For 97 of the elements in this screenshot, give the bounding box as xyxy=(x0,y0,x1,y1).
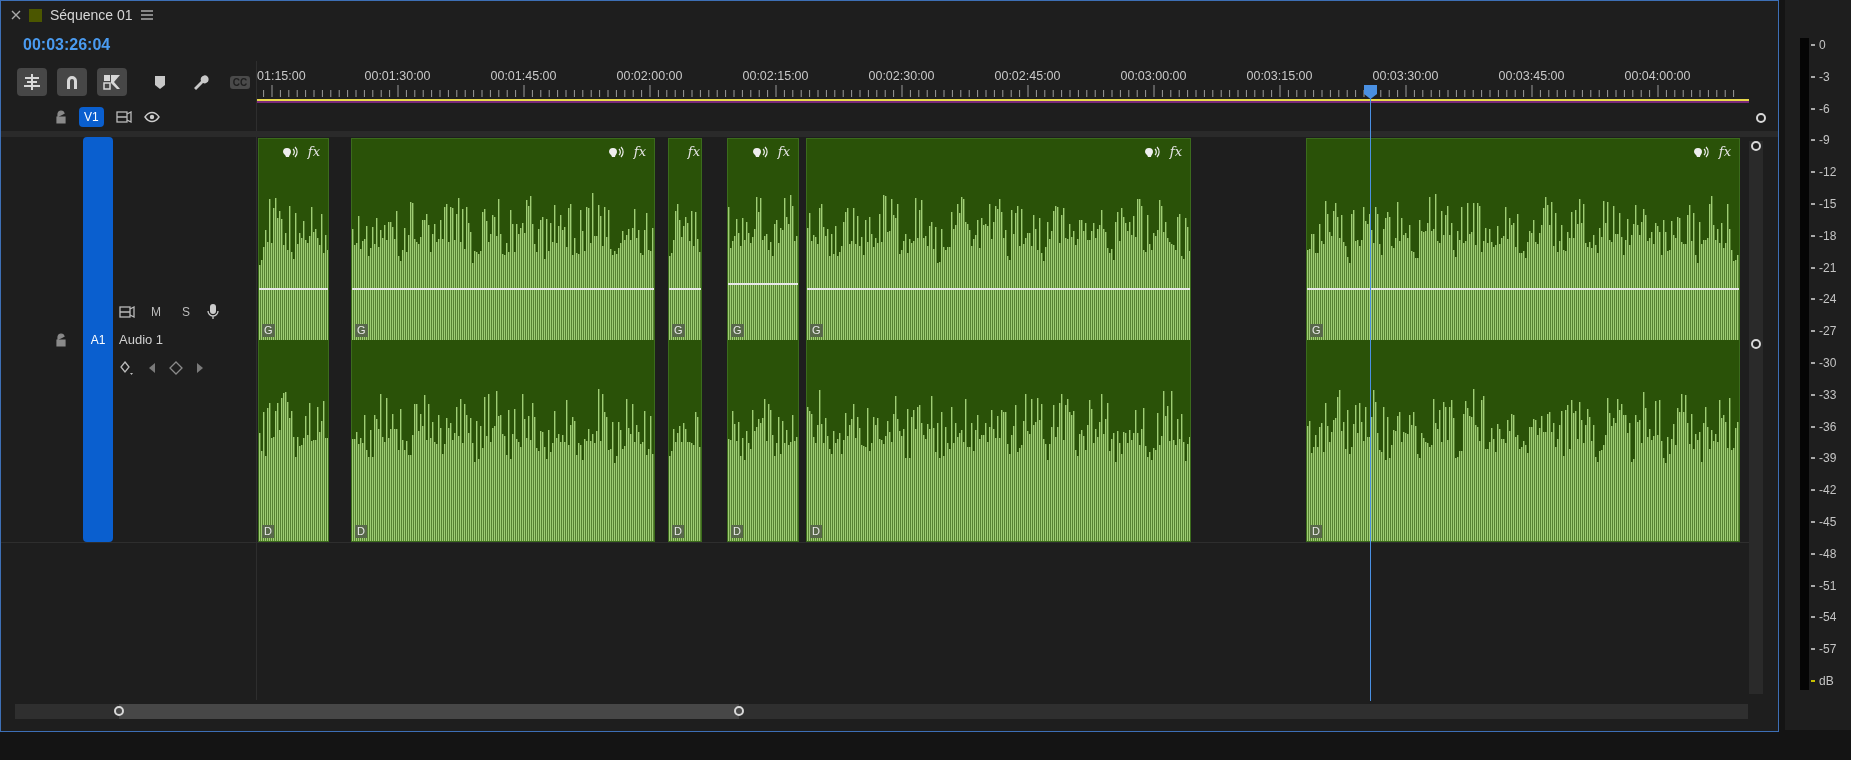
speech-icon[interactable] xyxy=(1692,145,1709,158)
track-height-handle[interactable] xyxy=(1756,113,1766,123)
meter-scale-label: -9 xyxy=(1819,133,1830,148)
ruler-time-label: 00:02:00:00 xyxy=(616,69,683,83)
playhead-handle[interactable] xyxy=(1364,85,1377,99)
channel-label: D xyxy=(1310,525,1322,538)
ruler-time-label: 00:03:00:00 xyxy=(1120,69,1187,83)
channel-label: D xyxy=(355,525,367,538)
effects-badge[interactable]: fx xyxy=(687,144,700,159)
channel-label: D xyxy=(731,525,743,538)
nest-button[interactable] xyxy=(17,68,47,96)
effects-badge[interactable]: fx xyxy=(1169,144,1182,159)
channel-label: G xyxy=(672,324,685,337)
ruler-time-label: 00:01:30:00 xyxy=(364,69,431,83)
eye-icon[interactable] xyxy=(143,111,160,123)
channel-label: G xyxy=(810,324,823,337)
effects-badge[interactable]: fx xyxy=(1718,144,1731,159)
meter-scale-label: -30 xyxy=(1819,355,1837,370)
audio-clip[interactable]: fx G D xyxy=(1306,138,1740,542)
speech-icon[interactable] xyxy=(1143,145,1160,158)
camera-icon[interactable] xyxy=(119,305,135,318)
effects-badge[interactable]: fx xyxy=(777,144,790,159)
mute-button[interactable]: M xyxy=(147,304,165,319)
meter-scale-label: -15 xyxy=(1819,197,1837,211)
channel-label: D xyxy=(810,525,822,538)
ruler-time-label: 00:04:00:00 xyxy=(1624,69,1691,83)
track-target-toggle[interactable]: V1 xyxy=(79,107,104,127)
keyframe-dropdown-icon[interactable] xyxy=(119,359,135,376)
solo-button[interactable]: S xyxy=(177,304,195,319)
meter-scale-label: -36 xyxy=(1819,419,1837,434)
next-keyframe-icon[interactable] xyxy=(195,361,205,374)
meter-scale-label: -39 xyxy=(1819,451,1837,466)
audio-clip[interactable]: fx G D xyxy=(258,138,329,542)
channel-label: G xyxy=(262,324,275,337)
ruler-time-label: 01:15:00 xyxy=(257,69,306,83)
meter-scale-label: -42 xyxy=(1819,483,1837,498)
unlocked-lock-icon[interactable] xyxy=(55,332,67,347)
channel-label: G xyxy=(1310,324,1323,337)
meter-scale-label: -45 xyxy=(1819,514,1837,529)
meter-scale-label: -6 xyxy=(1819,101,1830,116)
zoom-handle[interactable] xyxy=(734,706,744,716)
add-keyframe-icon[interactable] xyxy=(169,360,183,375)
zoom-scroll-thumb[interactable] xyxy=(119,704,739,719)
scroll-handle[interactable] xyxy=(1751,141,1761,151)
meter-scale-label: -48 xyxy=(1819,546,1837,561)
zoom-handle[interactable] xyxy=(114,706,124,716)
camera-icon[interactable] xyxy=(115,111,132,123)
horizontal-scrollbar[interactable] xyxy=(15,704,1748,719)
vertical-scrollbar[interactable] xyxy=(1749,141,1763,694)
ruler-time-label: 00:03:45:00 xyxy=(1498,69,1565,83)
channel-label: D xyxy=(672,525,684,538)
meter-scale-label: -24 xyxy=(1819,292,1837,307)
microphone-icon[interactable] xyxy=(207,303,219,320)
unlocked-lock-icon[interactable] xyxy=(55,110,67,124)
sequence-tab-title[interactable]: Séquence 01 xyxy=(50,7,133,23)
track-target-toggle[interactable]: A1 xyxy=(83,137,113,542)
channel-label: G xyxy=(731,324,744,337)
meter-scale-label: -54 xyxy=(1819,610,1837,625)
meter-scale-label: -33 xyxy=(1819,387,1837,402)
meter-scale-label: -27 xyxy=(1819,324,1837,339)
ruler-time-label: 00:02:45:00 xyxy=(994,69,1061,83)
meter-scale-label: -3 xyxy=(1819,69,1830,84)
ruler-time-label: 00:03:15:00 xyxy=(1246,69,1313,83)
meter-scale-label: -57 xyxy=(1819,642,1837,657)
meter-scale-label: -18 xyxy=(1819,228,1837,243)
linked-selection-icon xyxy=(102,72,122,92)
speech-icon[interactable] xyxy=(281,145,298,158)
channel-label: G xyxy=(355,324,368,337)
sequence-color-swatch xyxy=(29,8,42,22)
time-ruler[interactable]: 01:15:00 00:01:30:00 00:01:45:00 00:02:00:00 00:02:15:00 00:02:30:00 00:02:45:00 00:03:00:00 00:03:15:00 00:03:30:00 00:03:45:00 00:04:00:00 xyxy=(256,61,1749,103)
ruler-time-label: 00:01:45:00 xyxy=(490,69,557,83)
snap-button[interactable] xyxy=(57,68,87,96)
effects-badge[interactable]: fx xyxy=(307,144,320,159)
ruler-time-label: 00:02:30:00 xyxy=(868,69,935,83)
ruler-time-label: 00:03:30:00 xyxy=(1372,69,1439,83)
playhead-timecode[interactable]: 00:03:26:04 xyxy=(23,36,111,54)
menu-icon[interactable] xyxy=(140,10,153,20)
effects-badge[interactable]: fx xyxy=(633,144,646,159)
meter-scale-label: -12 xyxy=(1819,165,1837,180)
channel-label: D xyxy=(262,525,274,538)
audio-clip[interactable]: fx G D xyxy=(806,138,1191,542)
audio-clip[interactable]: fx G D xyxy=(351,138,655,542)
speech-icon[interactable] xyxy=(607,145,624,158)
meter-scale-label: 0 xyxy=(1819,38,1826,52)
close-icon[interactable] xyxy=(11,10,21,20)
audio-clip[interactable]: fx G D xyxy=(668,138,702,542)
audio-clip[interactable]: fx G D xyxy=(727,138,799,542)
insert-icon xyxy=(22,72,42,92)
speech-icon[interactable] xyxy=(751,145,768,158)
ruler-time-label: 00:02:15:00 xyxy=(742,69,809,83)
meter-unit-label: dB xyxy=(1819,673,1834,688)
previous-keyframe-icon[interactable] xyxy=(147,361,157,374)
linked-button[interactable] xyxy=(97,68,127,96)
meter-scale-label: -51 xyxy=(1819,578,1837,593)
scroll-handle[interactable] xyxy=(1751,339,1761,349)
meter-scale-label: -21 xyxy=(1819,260,1837,275)
track-name: Audio 1 xyxy=(119,332,164,347)
